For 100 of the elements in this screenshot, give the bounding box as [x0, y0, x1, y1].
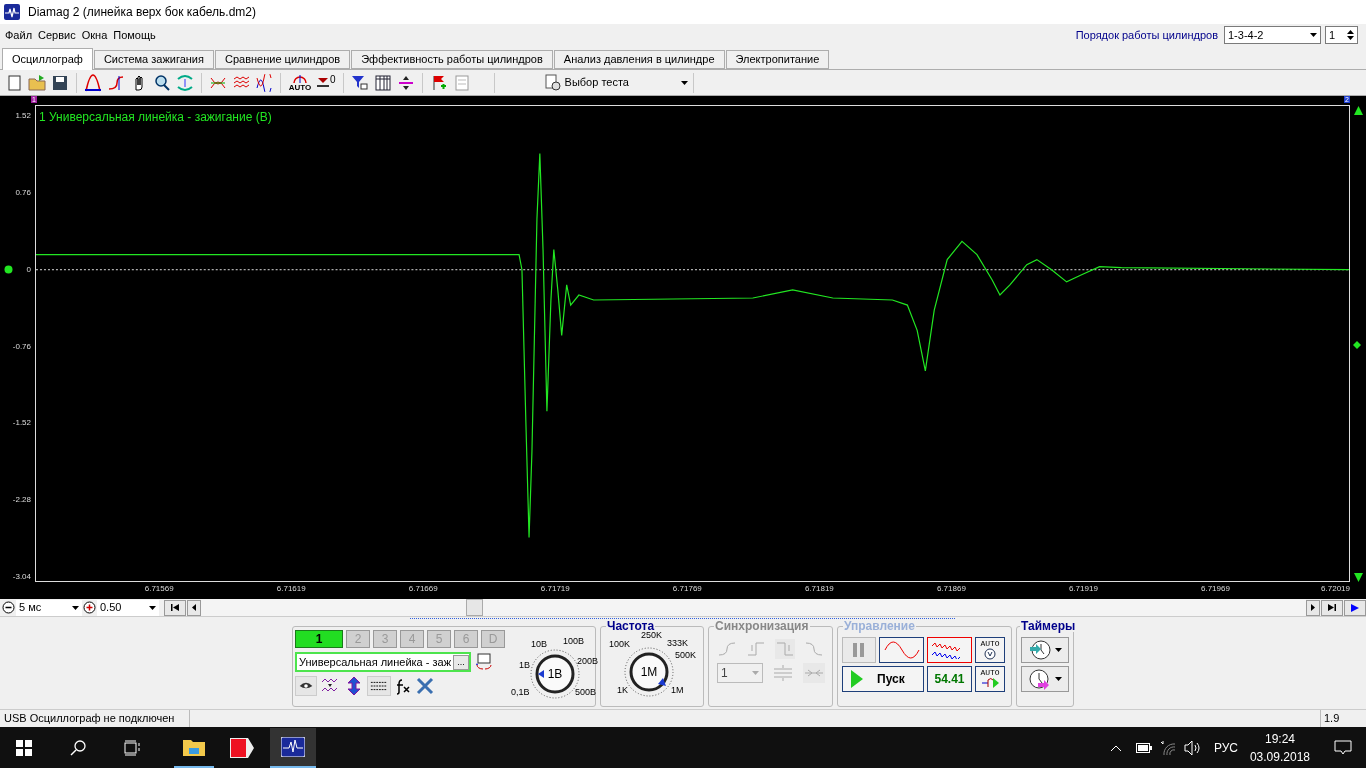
scroll-left-button[interactable] — [187, 599, 201, 616]
cylinder-spinner[interactable]: 1 — [1325, 26, 1358, 44]
play-icon — [1351, 603, 1359, 612]
y-axis-label: -0.76 — [12, 342, 31, 351]
dial-label: 10В — [531, 640, 547, 649]
control-title: Управление — [843, 620, 916, 632]
overlapping-waves-icon — [255, 73, 273, 92]
offset-arrow-icon — [317, 77, 329, 88]
auto-scale-button[interactable]: AUTO — [286, 70, 314, 95]
x-axis-label: 6.72019 — [1321, 585, 1350, 593]
play-icon — [851, 670, 863, 688]
zoom-out-icon[interactable] — [2, 601, 15, 614]
x-axis-label: 6.71769 — [672, 585, 702, 593]
dashed-lines-icon[interactable] — [367, 676, 391, 696]
y-axis-label: -1.52 — [12, 419, 31, 428]
dropdown-arrow-icon — [1310, 33, 1317, 37]
channel-tab[interactable]: 1 — [295, 630, 343, 648]
battery-icon[interactable] — [1135, 742, 1152, 753]
sync-title: Синхронизация — [714, 620, 810, 632]
timer-stop-button[interactable] — [1021, 666, 1069, 692]
noise-mode-button[interactable] — [927, 637, 972, 663]
dial-value: 1M — [640, 666, 658, 678]
zero-offset-button[interactable]: 0 — [315, 71, 338, 94]
x-axis-label: 6.71569 — [144, 585, 174, 593]
menu-item[interactable]: Файл — [5, 26, 33, 44]
dropdown-arrow-icon — [149, 605, 156, 610]
swap-probe-icon[interactable] — [475, 653, 493, 671]
marker-icon — [1353, 341, 1361, 349]
dial-label: 1K — [617, 686, 628, 695]
open-folder-icon — [28, 73, 46, 92]
dial-label: 200В — [577, 657, 599, 666]
start-menu-icon[interactable] — [16, 739, 32, 756]
firing-order-dropdown[interactable]: 1-3-4-2 — [1224, 26, 1321, 44]
dropdown-arrow-icon — [752, 671, 759, 675]
x-axis-label: 6.71719 — [540, 585, 570, 593]
x-axis-label: 6.71969 — [1200, 585, 1230, 593]
tab[interactable]: Система зажигания — [93, 50, 214, 69]
wifi-icon[interactable] — [1159, 739, 1176, 756]
horizontal-zoom-icon — [176, 73, 194, 92]
browser-logo-icon — [230, 737, 254, 758]
firing-order-label: Порядок работы цилиндров — [1075, 27, 1218, 43]
checklist-icon — [452, 73, 471, 92]
tab[interactable]: Анализ давления в цилиндре — [553, 50, 725, 69]
channel-name-field[interactable]: Универсальная линейка - заж ... — [295, 652, 471, 672]
table-icon — [373, 73, 392, 92]
dial-label: 100В — [563, 637, 585, 646]
y-axis-label: 0.76 — [15, 188, 31, 197]
x-axis-label: 6.71619 — [276, 585, 306, 593]
menu-item[interactable]: Помощь — [113, 26, 156, 44]
tab[interactable]: Сравнение цилиндров — [215, 50, 351, 69]
clock[interactable]: 19:24 03.09.2018 — [1249, 729, 1310, 766]
dropdown-arrow-icon — [680, 80, 688, 85]
timebase-dropdown[interactable]: 5 мс — [16, 599, 82, 616]
go-to-end-button[interactable] — [1321, 599, 1343, 616]
menu-item[interactable]: Сервис — [38, 26, 76, 44]
left-arrow-icon — [192, 604, 196, 611]
dial-label: 1В — [519, 661, 530, 670]
reading-display: 54.41 — [927, 666, 972, 692]
zoom-dropdown[interactable]: 0.50 — [97, 599, 159, 616]
overlapping-waves-button[interactable] — [253, 71, 275, 94]
tab[interactable]: Эффективность работы цилиндров — [351, 50, 553, 69]
new-document-icon — [5, 73, 23, 92]
sine-wave-icon — [883, 641, 920, 659]
browse-button[interactable]: ... — [453, 654, 469, 670]
diamag-taskbar-icon[interactable] — [270, 727, 316, 768]
skip-end-icon — [1328, 604, 1336, 611]
play-button[interactable] — [1344, 599, 1366, 616]
auto-trigger-button[interactable]: AUTO — [975, 666, 1005, 692]
task-view-icon[interactable] — [124, 739, 142, 756]
input-language[interactable]: РУС — [1213, 738, 1238, 757]
eye-icon[interactable] — [295, 676, 317, 696]
window-title: Diamag 2 (линейка верх бок кабель.dm2) — [28, 4, 256, 21]
scroll-up-arrow-icon — [1354, 106, 1363, 115]
gauge-icon — [982, 648, 998, 660]
menu-item[interactable]: Окна — [81, 26, 108, 44]
test-select-dropdown[interactable]: Выбор теста — [495, 71, 692, 94]
skip-start-icon — [171, 604, 179, 611]
notifications-icon[interactable] — [1334, 739, 1352, 756]
y-axis-label: -2.28 — [12, 496, 31, 505]
dial-label: 0,1В — [511, 688, 530, 697]
zoom-in-icon[interactable] — [83, 601, 96, 614]
sine-mode-button[interactable] — [879, 637, 924, 663]
app-icon — [4, 4, 20, 20]
start-button[interactable]: Пуск — [842, 666, 924, 692]
curve-arrows-icon — [107, 73, 125, 92]
speaker-icon[interactable] — [1183, 739, 1202, 756]
tab[interactable]: Осциллограф — [2, 48, 93, 70]
auto-voltage-button[interactable]: AUTO — [975, 637, 1005, 663]
scrollbar-thumb[interactable] — [466, 599, 484, 616]
zero-level-marker-icon — [4, 265, 13, 274]
timer-start-button[interactable] — [1021, 637, 1069, 663]
chevron-up-icon[interactable] — [1109, 743, 1122, 752]
scroll-right-button[interactable] — [1306, 599, 1320, 616]
tab[interactable]: Электропитание — [725, 50, 830, 69]
dropdown-arrow-icon — [1054, 677, 1062, 681]
dial-label: 333K — [667, 639, 689, 648]
dial-label: 500В — [575, 688, 597, 697]
go-to-start-button[interactable] — [164, 599, 186, 616]
search-icon[interactable] — [70, 739, 86, 756]
dropdown-arrow-icon — [72, 605, 79, 610]
